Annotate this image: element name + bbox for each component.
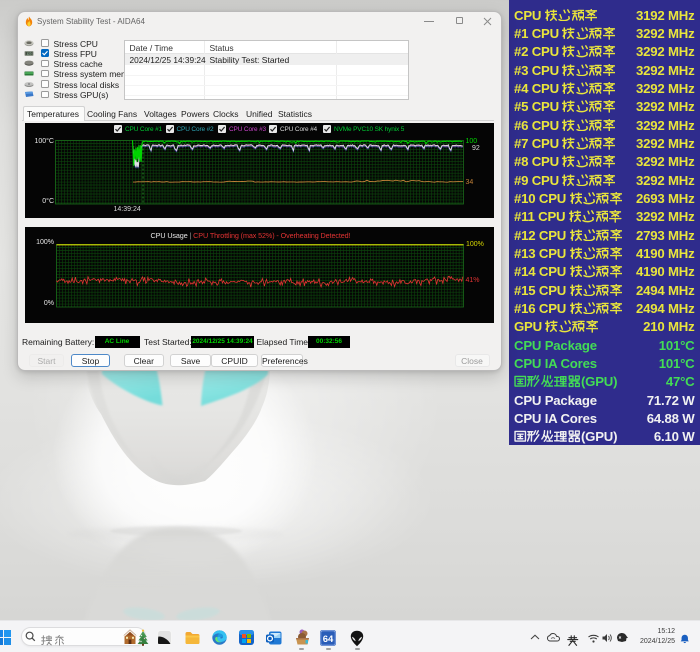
svg-text:64: 64 (323, 634, 334, 645)
svg-text:123: 123 (26, 51, 31, 55)
